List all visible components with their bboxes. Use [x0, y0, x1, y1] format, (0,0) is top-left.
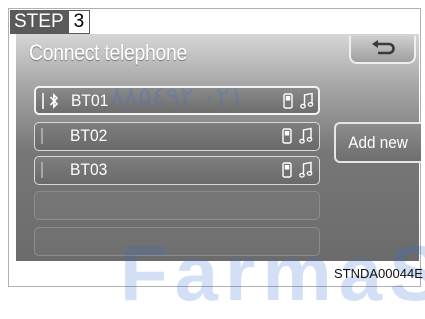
- head-unit-screen: Connect telephone BT01 BT02 BT03 Add new: [16, 34, 421, 261]
- return-arrow-icon: [371, 40, 395, 55]
- connection-indicator: [42, 93, 44, 109]
- music-icon: [299, 127, 313, 144]
- device-row-bt02[interactable]: BT02: [34, 122, 320, 151]
- device-label: BT01: [71, 91, 109, 110]
- page-title: Connect telephone: [29, 40, 188, 65]
- device-row-bt03[interactable]: BT03: [34, 156, 320, 185]
- device-label: BT02: [70, 126, 108, 145]
- music-icon: [299, 161, 313, 178]
- document-code: STNDA00044E: [334, 266, 423, 281]
- watermark-phone: ٠٢١ ٨٨٥٤٩٢: [110, 82, 244, 112]
- back-button[interactable]: [349, 36, 416, 64]
- connection-indicator: [41, 128, 43, 144]
- phone-icon: [282, 128, 292, 144]
- music-icon: [300, 92, 314, 109]
- step-number: 3: [67, 10, 91, 34]
- step-label: STEP 3: [10, 10, 91, 34]
- bluetooth-icon: [49, 93, 59, 109]
- phone-icon: [282, 162, 292, 178]
- empty-device-slot: [34, 191, 320, 220]
- phone-icon: [283, 93, 293, 109]
- add-new-label: Add new: [348, 132, 409, 152]
- add-new-button[interactable]: Add new: [334, 122, 421, 163]
- device-label: BT03: [70, 160, 108, 179]
- step-word: STEP: [10, 10, 68, 34]
- connection-indicator: [41, 162, 43, 178]
